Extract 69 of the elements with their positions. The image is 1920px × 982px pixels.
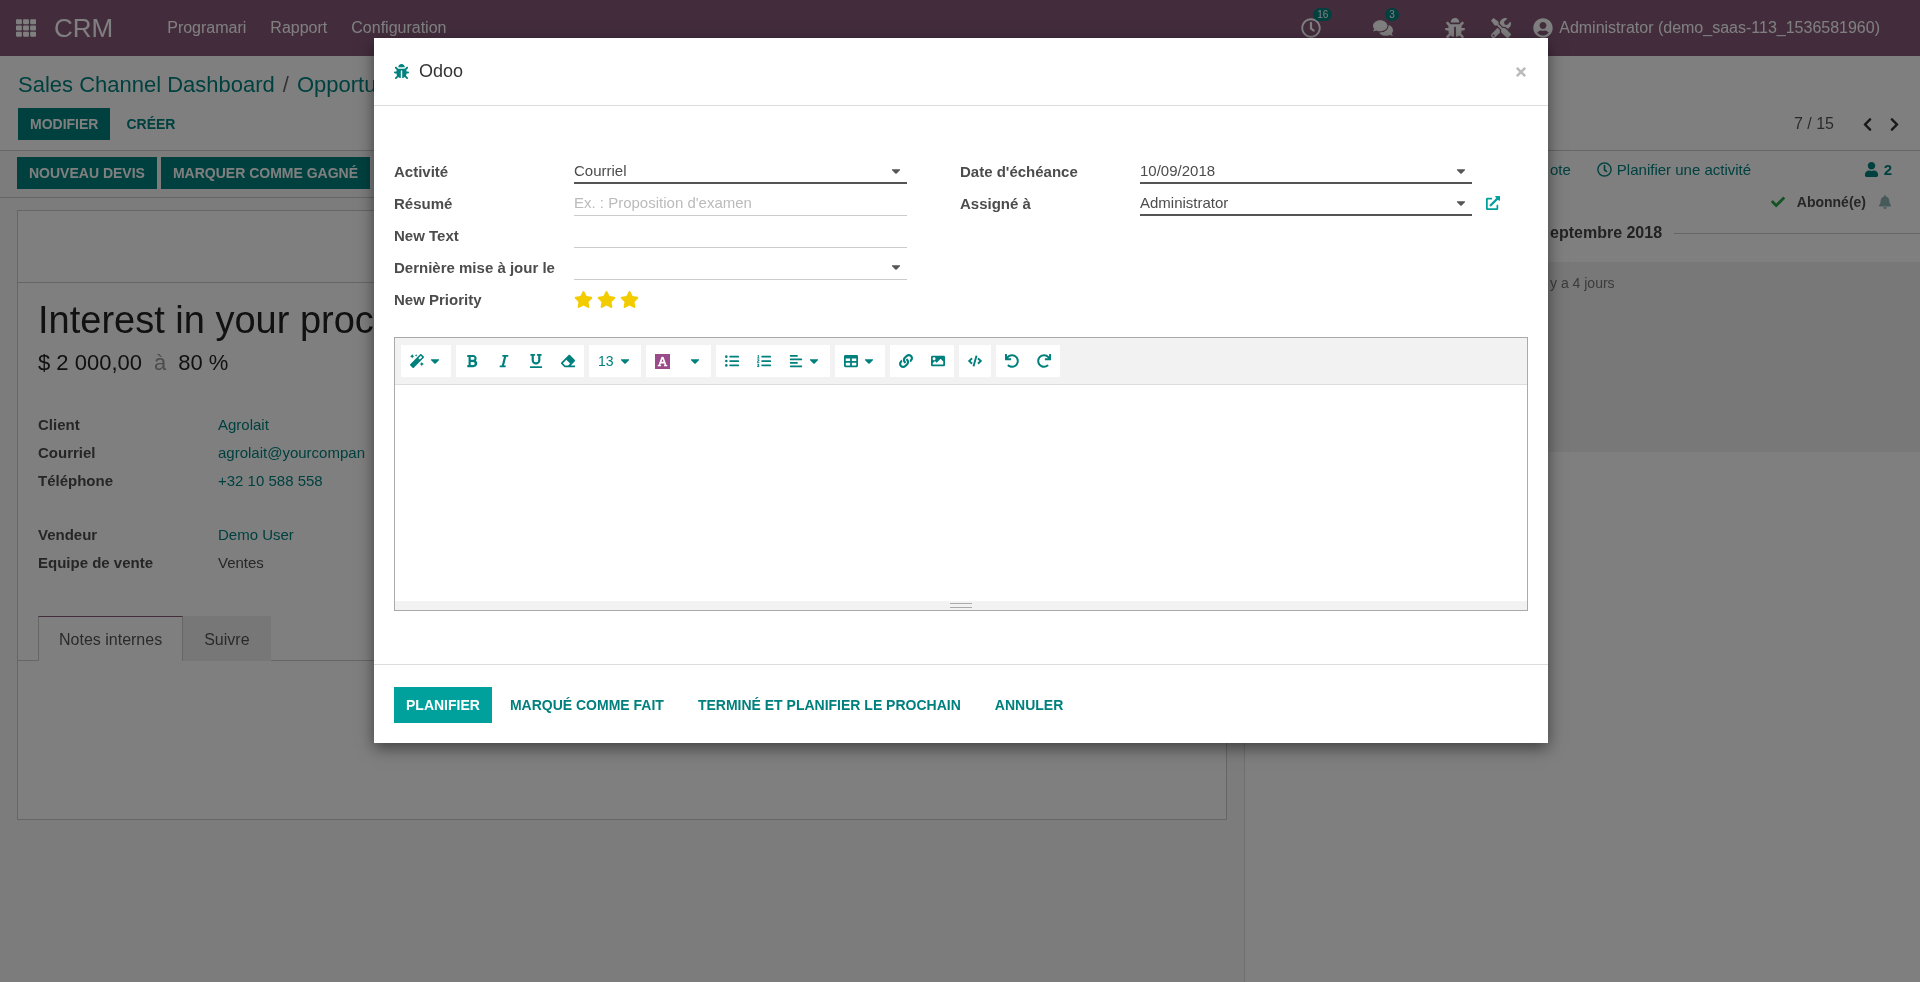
followers-button[interactable]: 2 <box>1863 161 1892 178</box>
opportunity-title: Interest in your proc <box>38 299 374 342</box>
field-link[interactable]: Agrolait <box>218 415 269 433</box>
probability-value: 80 % <box>178 350 229 376</box>
chatter-link[interactable]: ote <box>1550 161 1571 178</box>
field-label: Assigné à <box>960 194 1032 212</box>
breadcrumb-separator: / <box>282 72 289 98</box>
bug-icon[interactable] <box>1445 18 1466 38</box>
dropdown-field[interactable]: 10/09/2018 <box>1140 158 1472 184</box>
star-icon[interactable] <box>597 289 616 309</box>
avatar-icon[interactable] <box>1533 18 1554 38</box>
resize-handle[interactable] <box>950 603 972 608</box>
tab[interactable]: Suivre <box>183 616 271 661</box>
check-icon <box>1770 195 1785 209</box>
tools-icon[interactable] <box>1491 18 1512 38</box>
menu-item[interactable]: Rapport <box>270 19 328 37</box>
schedule-button[interactable]: PLANIFIER <box>394 687 492 723</box>
field-label: Vendeur <box>38 525 99 543</box>
chat-icon[interactable] <box>1373 18 1394 38</box>
date-separator: eptembre 2018 <box>1550 224 1663 242</box>
font-size-dropdown[interactable]: 13 <box>589 345 641 377</box>
field-label: Téléphone <box>38 471 114 489</box>
count-badge: 16 <box>1313 8 1333 21</box>
bug-icon <box>394 64 409 79</box>
dropdown-field[interactable]: Courriel <box>574 158 907 184</box>
field-link[interactable]: Demo User <box>218 525 294 543</box>
field-label: Client <box>38 415 81 433</box>
clock-icon <box>1596 162 1612 177</box>
menu-item[interactable]: Programari <box>167 19 247 37</box>
field-link[interactable]: agrolait@yourcompan <box>218 443 365 461</box>
footer-link-button[interactable]: TERMINÉ ET PLANIFIER LE PROCHAIN <box>685 687 973 723</box>
font-color-icon <box>654 353 670 369</box>
field-value: Ventes <box>218 553 264 571</box>
user-icon <box>1863 162 1879 177</box>
app-name: CRM <box>54 12 114 44</box>
breadcrumb-link[interactable]: Opportu <box>296 72 377 98</box>
star-icon[interactable] <box>620 289 639 309</box>
field-link[interactable]: +32 10 588 558 <box>218 471 323 489</box>
footer-link-button[interactable]: ANNULER <box>982 687 1076 723</box>
status-button[interactable]: MARQUER COMME GAGNÉ <box>160 157 371 189</box>
revenue-amount: $ 2 000,00 <box>38 350 142 376</box>
menu-item[interactable]: Configuration <box>351 19 447 37</box>
count-badge: 3 <box>1385 8 1399 21</box>
user-name[interactable]: Administrator (demo_saas-113_1536581960) <box>1559 19 1880 37</box>
external-link-icon[interactable] <box>1486 196 1500 210</box>
pager-text: 7 / 15 <box>1793 115 1834 133</box>
field-label: Equipe de vente <box>38 553 155 571</box>
field-label: Résumé <box>394 194 454 212</box>
breadcrumb-link[interactable]: Sales Channel Dashboard <box>18 72 275 98</box>
edit-button[interactable]: MODIFIER <box>18 108 111 140</box>
apps-grid-icon[interactable] <box>16 18 36 38</box>
create-button[interactable]: CRÉER <box>114 108 188 140</box>
field-label: Date d'échéance <box>960 162 1079 180</box>
footer-link-button[interactable]: MARQUÉ COMME FAIT <box>497 687 676 723</box>
star-icon[interactable] <box>574 289 593 309</box>
status-button[interactable]: NOUVEAU DEVIS <box>17 157 157 189</box>
field-label: New Priority <box>394 290 483 308</box>
field-label: Dernière mise à jour le <box>394 258 556 276</box>
input-field[interactable]: Ex. : Proposition d'examen <box>574 190 907 216</box>
select-field[interactable]: Administrator <box>1140 190 1472 216</box>
field-label: New Text <box>394 226 460 244</box>
tab[interactable]: Notes internes <box>38 616 184 661</box>
clock-icon[interactable] <box>1301 18 1322 38</box>
field-label: Activité <box>394 162 450 180</box>
dialog-title: Odoo <box>419 61 464 82</box>
schedule-activity-link[interactable]: Planifier une activité <box>1596 161 1752 178</box>
rich-text-editor[interactable]: 13 <box>394 337 1528 611</box>
field-label: Courriel <box>38 443 97 461</box>
subscription-status[interactable]: Abonné(e) <box>1796 194 1866 210</box>
